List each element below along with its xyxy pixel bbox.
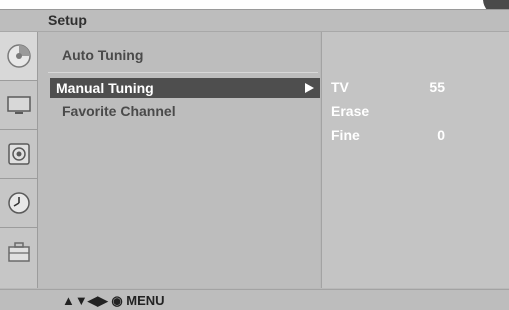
audio-speaker-icon	[7, 143, 30, 165]
osd-menu: Setup Auto Tuning Manual Tuning Favorite…	[0, 9, 509, 310]
option-category[interactable]	[0, 228, 37, 276]
navigation-hint-text: ▲▼◀▶ ◉ MENU	[62, 293, 165, 308]
arrow-right-icon	[305, 83, 314, 93]
menu-item-favorite-channel[interactable]: Favorite Channel	[62, 103, 176, 119]
time-category[interactable]	[0, 179, 37, 228]
category-icon-column	[0, 32, 38, 288]
submenu-panel: TV 55 Erase Fine 0	[321, 32, 509, 288]
menu-title: Setup	[48, 12, 87, 28]
submenu-tv-label[interactable]: TV	[331, 79, 349, 95]
submenu-fine-value: 0	[437, 127, 445, 143]
submenu-fine-label[interactable]: Fine	[331, 127, 360, 143]
menu-divider	[48, 72, 318, 73]
menu-item-manual-tuning[interactable]: Manual Tuning	[50, 78, 320, 98]
picture-tv-icon	[6, 96, 31, 114]
submenu-tv-value: 55	[429, 79, 445, 95]
option-toolbox-icon	[7, 242, 30, 262]
setup-category[interactable]	[0, 32, 37, 81]
audio-category[interactable]	[0, 130, 37, 179]
navigation-hint-bar: ▲▼◀▶ ◉ MENU	[0, 289, 509, 310]
submenu-erase-label[interactable]: Erase	[331, 103, 369, 119]
time-clock-icon	[7, 192, 30, 214]
menu-item-auto-tuning[interactable]: Auto Tuning	[62, 47, 143, 63]
setup-disc-icon	[6, 44, 31, 68]
picture-category[interactable]	[0, 81, 37, 130]
menu-item-label: Manual Tuning	[56, 80, 154, 96]
menu-panel: Auto Tuning Manual Tuning Favorite Chann…	[38, 32, 320, 288]
title-bar: Setup	[0, 10, 509, 32]
